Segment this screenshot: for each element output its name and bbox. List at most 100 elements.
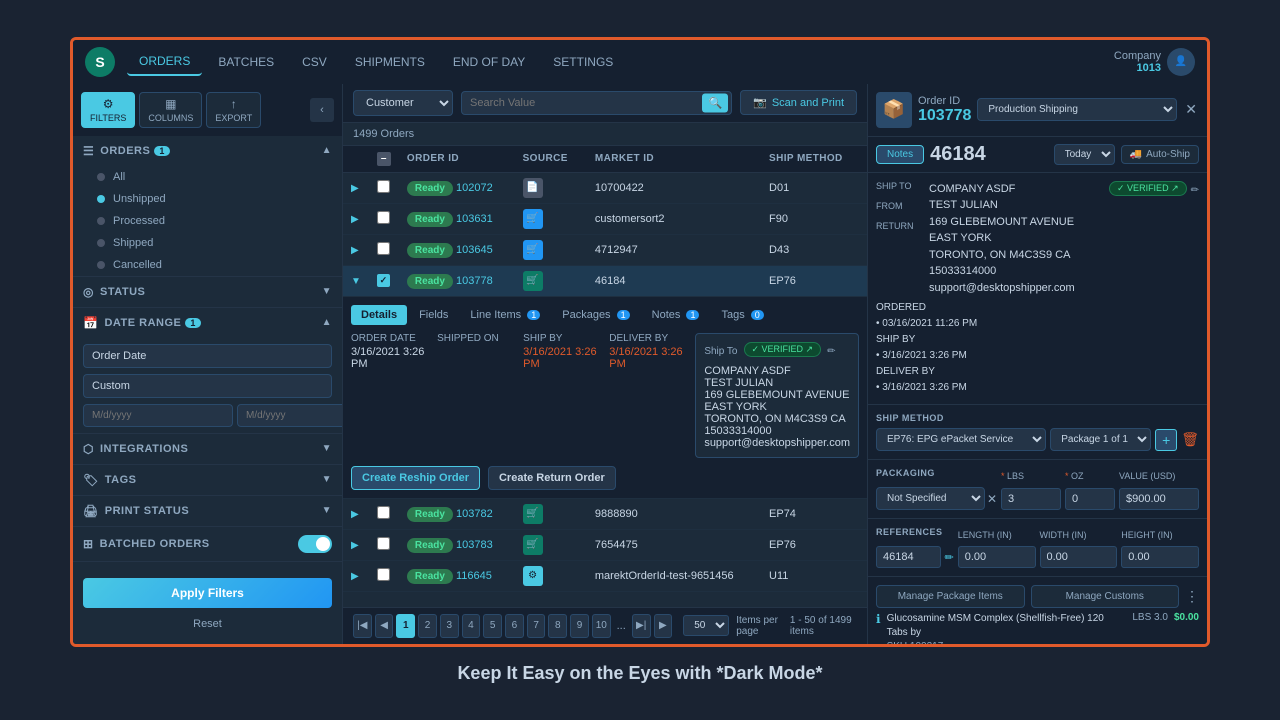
ship-to-edit-btn[interactable]: ✏ bbox=[827, 346, 835, 357]
row-checkbox-4-checked[interactable]: ✓ bbox=[377, 274, 390, 287]
expand-row-4[interactable]: ▼ bbox=[351, 276, 361, 287]
order-link-4[interactable]: 103778 bbox=[456, 275, 493, 287]
filters-btn[interactable]: ⚙ FILTERS bbox=[81, 92, 135, 128]
length-input[interactable] bbox=[958, 546, 1036, 568]
manage-package-items-btn[interactable]: Manage Package Items bbox=[876, 585, 1025, 608]
filter-unshipped[interactable]: Unshipped bbox=[73, 188, 342, 210]
expand-row-1[interactable]: ▶ bbox=[351, 183, 359, 194]
page-4-btn[interactable]: 4 bbox=[462, 614, 481, 638]
reference-input[interactable] bbox=[876, 546, 941, 568]
filter-cancelled[interactable]: Cancelled bbox=[73, 254, 342, 276]
tab-tags[interactable]: Tags 0 bbox=[711, 305, 773, 325]
nav-end-of-day[interactable]: END OF DAY bbox=[441, 49, 537, 75]
delete-package-btn[interactable]: 🗑 bbox=[1181, 431, 1199, 448]
row-checkbox-5[interactable] bbox=[377, 506, 390, 519]
expand-row-5[interactable]: ▶ bbox=[351, 509, 359, 520]
height-input[interactable] bbox=[1121, 546, 1199, 568]
tab-details[interactable]: Details bbox=[351, 305, 407, 325]
manage-customs-btn[interactable]: Manage Customs bbox=[1031, 585, 1180, 608]
nav-orders[interactable]: ORDERS bbox=[127, 48, 202, 76]
export-btn[interactable]: ↑ EXPORT bbox=[206, 92, 261, 128]
page-last-btn[interactable]: ▶| bbox=[632, 614, 651, 638]
expand-row-6[interactable]: ▶ bbox=[351, 540, 359, 551]
order-link-3[interactable]: 103645 bbox=[456, 244, 493, 256]
clear-packaging-btn[interactable]: ✕ bbox=[987, 492, 997, 506]
select-all-checkbox[interactable]: – bbox=[377, 152, 391, 166]
row-checkbox-7[interactable] bbox=[377, 568, 390, 581]
page-2-btn[interactable]: 2 bbox=[418, 614, 437, 638]
date-range-header[interactable]: 📅 DATE RANGE 1 ▲ bbox=[73, 308, 342, 338]
per-page-select[interactable]: 50 bbox=[683, 615, 729, 636]
date-to-input[interactable] bbox=[237, 404, 343, 427]
package-select[interactable]: Package 1 of 1 bbox=[1050, 428, 1151, 451]
order-link-5[interactable]: 103782 bbox=[456, 508, 493, 520]
rp-ship-edit-btn[interactable]: ✏ bbox=[1191, 185, 1199, 196]
page-next-btn[interactable]: ▶ bbox=[654, 614, 673, 638]
create-return-btn[interactable]: Create Return Order bbox=[488, 466, 616, 490]
page-8-btn[interactable]: 8 bbox=[548, 614, 567, 638]
tab-notes[interactable]: Notes 1 bbox=[642, 305, 710, 325]
apply-filters-btn[interactable]: Apply Filters bbox=[83, 578, 332, 608]
oz-input[interactable] bbox=[1065, 488, 1115, 510]
print-status-header[interactable]: 🖨 PRINT STATUS ▼ bbox=[73, 496, 342, 526]
order-link-1[interactable]: 102072 bbox=[456, 182, 493, 194]
create-reship-btn[interactable]: Create Reship Order bbox=[351, 466, 480, 490]
page-prev-btn[interactable]: ◀ bbox=[375, 614, 394, 638]
scan-print-btn[interactable]: 📷 Scan and Print bbox=[740, 90, 857, 115]
close-panel-btn[interactable]: ✕ bbox=[1183, 99, 1199, 120]
page-5-btn[interactable]: 5 bbox=[483, 614, 502, 638]
page-3-btn[interactable]: 3 bbox=[440, 614, 459, 638]
notes-btn[interactable]: Notes bbox=[876, 145, 924, 164]
ship-method-select[interactable]: EP76: EPG ePacket Service bbox=[876, 428, 1046, 451]
more-options-btn[interactable]: ⋮ bbox=[1185, 588, 1199, 605]
sidebar-collapse-btn[interactable]: ‹ bbox=[310, 98, 334, 122]
page-1-btn[interactable]: 1 bbox=[396, 614, 415, 638]
date-from-input[interactable] bbox=[83, 404, 233, 427]
expand-row-2[interactable]: ▶ bbox=[351, 214, 359, 225]
expand-row-7[interactable]: ▶ bbox=[351, 571, 359, 582]
batched-toggle[interactable] bbox=[298, 535, 332, 553]
orders-section-header[interactable]: ☰ ORDERS 1 ▲ bbox=[73, 136, 342, 166]
page-7-btn[interactable]: 7 bbox=[527, 614, 546, 638]
width-input[interactable] bbox=[1040, 546, 1118, 568]
value-input[interactable] bbox=[1119, 488, 1199, 510]
today-select[interactable]: Today bbox=[1054, 144, 1115, 165]
row-checkbox-6[interactable] bbox=[377, 537, 390, 550]
row-checkbox-2[interactable] bbox=[377, 211, 390, 224]
nav-shipments[interactable]: SHIPMENTS bbox=[343, 49, 437, 75]
columns-btn[interactable]: ▦ COLUMNS bbox=[139, 92, 202, 128]
add-package-btn[interactable]: + bbox=[1155, 429, 1177, 451]
order-link-2[interactable]: 103631 bbox=[456, 213, 493, 225]
tags-header[interactable]: 🏷 TAGS ▼ bbox=[73, 465, 342, 495]
search-by-select[interactable]: Customer bbox=[353, 90, 453, 116]
order-link-7[interactable]: 116645 bbox=[456, 570, 492, 582]
page-6-btn[interactable]: 6 bbox=[505, 614, 524, 638]
search-input[interactable] bbox=[461, 91, 732, 115]
nav-csv[interactable]: CSV bbox=[290, 49, 339, 75]
order-date-select[interactable]: Order Date bbox=[83, 344, 332, 368]
filter-processed[interactable]: Processed bbox=[73, 210, 342, 232]
tab-fields[interactable]: Fields bbox=[409, 305, 458, 325]
order-link-6[interactable]: 103783 bbox=[456, 539, 493, 551]
row-checkbox-3[interactable] bbox=[377, 242, 390, 255]
batched-orders-header[interactable]: ⊞ BATCHED ORDERS bbox=[73, 527, 342, 561]
filter-shipped[interactable]: Shipped bbox=[73, 232, 342, 254]
page-first-btn[interactable]: |◀ bbox=[353, 614, 372, 638]
page-9-btn[interactable]: 9 bbox=[570, 614, 589, 638]
nav-settings[interactable]: SETTINGS bbox=[541, 49, 625, 75]
status-header[interactable]: ◎ STATUS ▼ bbox=[73, 277, 342, 307]
expand-row-3[interactable]: ▶ bbox=[351, 245, 359, 256]
reference-edit-btn[interactable]: ✏ bbox=[945, 551, 954, 564]
lbs-input[interactable] bbox=[1001, 488, 1061, 510]
filter-all[interactable]: All bbox=[73, 166, 342, 188]
production-select[interactable]: Production Shipping bbox=[977, 98, 1177, 121]
tab-packages[interactable]: Packages 1 bbox=[552, 305, 639, 325]
reset-btn[interactable]: Reset bbox=[83, 614, 332, 634]
custom-select[interactable]: Custom bbox=[83, 374, 332, 398]
row-checkbox-1[interactable] bbox=[377, 180, 390, 193]
integrations-header[interactable]: ⬡ INTEGRATIONS ▼ bbox=[73, 434, 342, 464]
page-10-btn[interactable]: 10 bbox=[592, 614, 611, 638]
packaging-type-select[interactable]: Not Specified bbox=[876, 487, 985, 510]
nav-batches[interactable]: BATCHES bbox=[206, 49, 286, 75]
tab-line-items[interactable]: Line Items 1 bbox=[460, 305, 550, 325]
